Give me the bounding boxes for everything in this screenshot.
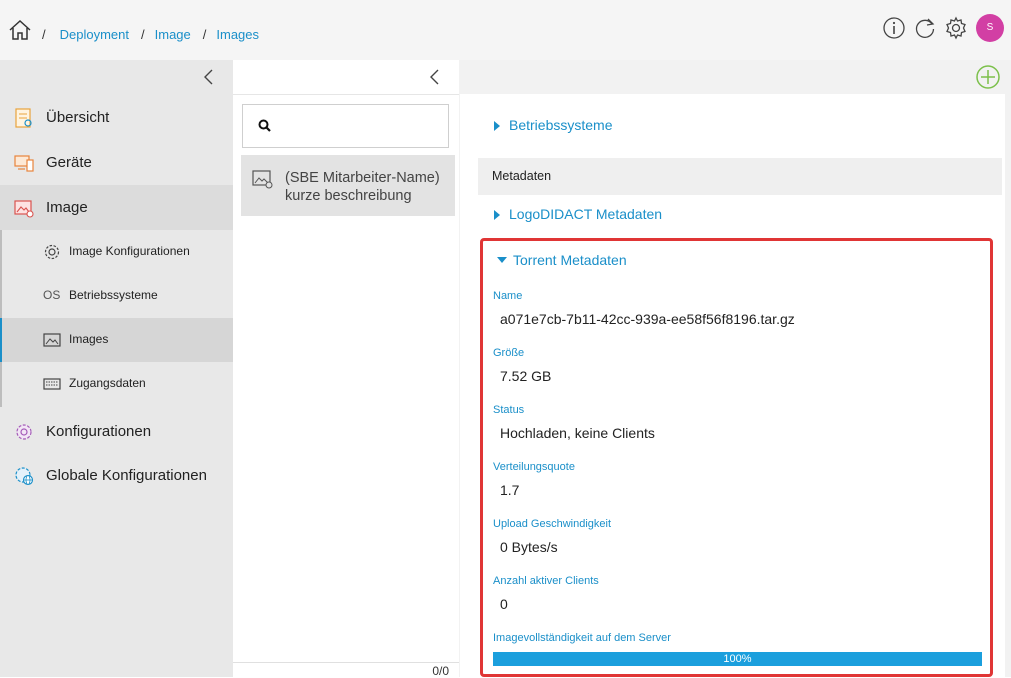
section-title: Metadaten bbox=[492, 169, 552, 183]
breadcrumb-separator: / bbox=[42, 27, 46, 42]
accordion-logodidact-metadaten[interactable]: LogoDIDACT Metadaten bbox=[478, 195, 1002, 239]
top-bar: / Deployment / Image / Images S bbox=[0, 0, 1011, 60]
sidebar-subitem-label: Zugangsdaten bbox=[69, 376, 146, 390]
breadcrumb-separator: / bbox=[202, 27, 207, 42]
detail-panel: Betriebssysteme Metadaten LogoDIDACT Met… bbox=[459, 60, 1011, 677]
global-config-icon bbox=[15, 467, 34, 486]
accordion-betriebssysteme[interactable]: Betriebssysteme bbox=[478, 106, 1002, 150]
field-label: Upload Geschwindigkeit bbox=[493, 518, 612, 530]
add-icon[interactable] bbox=[975, 64, 1001, 90]
field-value: Hochladen, keine Clients bbox=[500, 425, 655, 441]
field-value: 0 bbox=[500, 596, 508, 612]
sidebar-item-geraete[interactable]: Geräte bbox=[0, 140, 233, 185]
sidebar-subitem-label: Image Konfigurationen bbox=[69, 244, 190, 258]
sidebar-subitem-image-konfigurationen[interactable]: Image Konfigurationen bbox=[0, 230, 233, 274]
home-icon[interactable] bbox=[8, 18, 32, 42]
accordion-torrent-metadaten[interactable]: Torrent Metadaten bbox=[493, 249, 973, 273]
field-value: a071e7cb-7b11-42cc-939a-ee58f56f8196.tar… bbox=[500, 311, 795, 327]
sidebar-item-uebersicht[interactable]: Übersicht bbox=[0, 95, 233, 140]
list-footer: 0/0 bbox=[233, 662, 459, 678]
sidebar-subitem-images[interactable]: Images bbox=[0, 318, 233, 362]
search-input[interactable] bbox=[283, 115, 442, 139]
refresh-icon[interactable] bbox=[913, 16, 937, 40]
field-label: Größe bbox=[493, 347, 525, 359]
configurations-icon bbox=[16, 424, 32, 440]
sidebar-item-konfigurationen[interactable]: Konfigurationen bbox=[0, 409, 233, 454]
sidebar-subitem-label: Betriebssysteme bbox=[69, 288, 158, 302]
sidebar-item-label: Konfigurationen bbox=[46, 423, 152, 440]
sidebar-item-label: Image bbox=[46, 199, 88, 216]
breadcrumb-images[interactable]: Images bbox=[216, 27, 259, 42]
caret-right-icon bbox=[494, 210, 500, 220]
chevron-left-icon[interactable] bbox=[426, 68, 444, 86]
sidebar-subitem-betriebssysteme[interactable]: OS Betriebssysteme bbox=[0, 274, 233, 318]
completeness-progress-bar: 100% bbox=[493, 652, 982, 666]
breadcrumb: / Deployment / Image / Images bbox=[42, 27, 271, 42]
chevron-left-icon[interactable] bbox=[200, 68, 218, 86]
caret-right-icon bbox=[494, 121, 500, 131]
accordion-label: LogoDIDACT Metadaten bbox=[509, 206, 663, 222]
os-label-icon: OS bbox=[43, 288, 61, 302]
search-box bbox=[242, 104, 449, 148]
image-config-icon bbox=[44, 244, 60, 260]
field-label: Status bbox=[493, 404, 525, 416]
image-list-panel: (SBE Mitarbeiter-Name) kurze beschreibun… bbox=[233, 60, 459, 678]
image-icon bbox=[14, 200, 34, 218]
field-imagevollstaendigkeit: Imagevollständigkeit auf dem Server bbox=[493, 632, 973, 644]
image-icon bbox=[252, 170, 273, 189]
sidebar-item-label: Geräte bbox=[46, 154, 92, 171]
field-label: Anzahl aktiver Clients bbox=[493, 575, 599, 587]
field-value: 0 Bytes/s bbox=[500, 539, 558, 555]
sidebar-item-image[interactable]: Image bbox=[0, 185, 233, 230]
images-icon bbox=[43, 333, 61, 347]
torrent-metadaten-section: Torrent Metadaten Name a071e7cb-7b11-42c… bbox=[480, 238, 993, 677]
breadcrumb-image[interactable]: Image bbox=[155, 27, 191, 42]
field-label: Name bbox=[493, 290, 523, 302]
sidebar-subitem-label: Images bbox=[69, 332, 109, 346]
avatar[interactable]: S bbox=[976, 14, 1004, 42]
field-status: Status Hochladen, keine Clients bbox=[493, 404, 973, 441]
field-upload-geschwindigkeit: Upload Geschwindigkeit 0 Bytes/s bbox=[493, 518, 973, 555]
sidebar: Übersicht Geräte Image Image Konfigurati… bbox=[0, 60, 233, 677]
sidebar-item-label: Globale Konfigurationen bbox=[46, 467, 207, 484]
progress-text: 100% bbox=[723, 653, 752, 665]
accordion-label: Betriebssysteme bbox=[509, 117, 613, 133]
info-icon[interactable] bbox=[882, 16, 906, 40]
list-panel-header bbox=[233, 60, 459, 95]
breadcrumb-separator: / bbox=[141, 27, 145, 42]
list-item-label: (SBE Mitarbeiter-Name) kurze beschreibun… bbox=[285, 170, 440, 204]
credentials-icon bbox=[43, 378, 61, 390]
field-value: 1.7 bbox=[500, 482, 520, 498]
field-label: Imagevollständigkeit auf dem Server bbox=[493, 632, 671, 644]
caret-down-icon bbox=[497, 257, 507, 263]
accordion-label: Torrent Metadaten bbox=[513, 252, 627, 268]
section-header-metadaten: Metadaten bbox=[478, 158, 1002, 195]
detail-card: Betriebssysteme Metadaten LogoDIDACT Met… bbox=[460, 94, 1005, 677]
gear-icon[interactable] bbox=[944, 16, 968, 40]
field-value: 7.52 GB bbox=[500, 368, 552, 384]
list-item[interactable]: (SBE Mitarbeiter-Name) kurze beschreibun… bbox=[241, 155, 455, 216]
list-count: 0/0 bbox=[432, 664, 449, 678]
overview-icon bbox=[15, 108, 32, 128]
sidebar-item-label: Übersicht bbox=[46, 109, 110, 126]
breadcrumb-deployment[interactable]: Deployment bbox=[60, 27, 129, 42]
devices-icon bbox=[14, 155, 34, 172]
field-verteilungsquote: Verteilungsquote 1.7 bbox=[493, 461, 973, 498]
field-name: Name a071e7cb-7b11-42cc-939a-ee58f56f819… bbox=[493, 290, 973, 327]
field-label: Verteilungsquote bbox=[493, 461, 575, 473]
field-groesse: Größe 7.52 GB bbox=[493, 347, 973, 384]
field-anzahl-aktiver-clients: Anzahl aktiver Clients 0 bbox=[493, 575, 973, 612]
search-icon bbox=[258, 119, 271, 132]
sidebar-subitem-zugangsdaten[interactable]: Zugangsdaten bbox=[0, 362, 233, 406]
sidebar-item-globale-konfigurationen[interactable]: Globale Konfigurationen bbox=[0, 453, 233, 498]
